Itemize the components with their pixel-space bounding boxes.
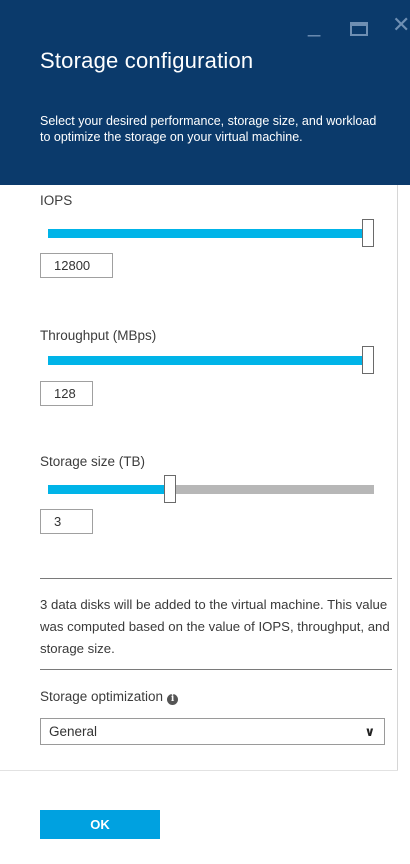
iops-label: IOPS	[40, 193, 73, 208]
storage-configuration-blade: _ ✕ Storage configuration Select your de…	[0, 0, 410, 864]
storage-size-slider-thumb[interactable]	[164, 475, 176, 503]
blade-border	[397, 185, 398, 770]
iops-value-input[interactable]: 12800	[40, 253, 113, 278]
storage-optimization-label: Storage optimization i	[40, 689, 179, 705]
storage-optimization-select[interactable]: General ∨	[40, 718, 385, 745]
blade-subtitle: Select your desired performance, storage…	[40, 114, 377, 144]
storage-size-slider[interactable]	[48, 475, 374, 503]
throughput-label: Throughput (MBps)	[40, 328, 157, 343]
minimize-icon[interactable]: _	[308, 14, 320, 36]
throughput-slider-thumb[interactable]	[362, 346, 374, 374]
disk-info-text: 3 data disks will be added to the virtua…	[40, 597, 390, 656]
divider-top	[40, 578, 392, 579]
blade-title: Storage configuration	[40, 48, 254, 73]
iops-slider[interactable]	[48, 219, 374, 247]
storage-size-slider-fill	[48, 485, 170, 494]
maximize-icon[interactable]	[350, 22, 368, 36]
storage-size-value-input[interactable]: 3	[40, 509, 93, 534]
storage-optimization-selected: General	[49, 724, 98, 739]
ok-button[interactable]: OK	[40, 810, 160, 839]
iops-slider-thumb[interactable]	[362, 219, 374, 247]
throughput-slider-fill	[48, 356, 368, 365]
throughput-value-input[interactable]: 128	[40, 381, 93, 406]
info-icon[interactable]: i	[167, 694, 179, 705]
chevron-down-icon[interactable]: ∨	[364, 719, 375, 744]
storage-optimization-label-text: Storage optimization	[40, 689, 164, 704]
iops-slider-fill	[48, 229, 368, 238]
close-icon[interactable]: ✕	[392, 14, 410, 36]
throughput-slider[interactable]	[48, 346, 374, 374]
footer-divider	[0, 770, 398, 771]
storage-size-label: Storage size (TB)	[40, 454, 146, 469]
divider-bottom	[40, 669, 392, 670]
blade-header: _ ✕ Storage configuration Select your de…	[0, 0, 410, 185]
